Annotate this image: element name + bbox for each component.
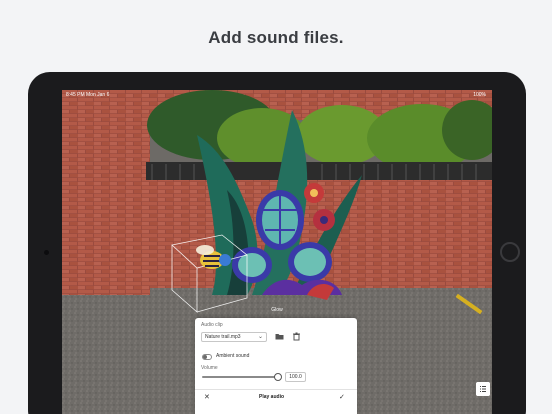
list-icon[interactable] bbox=[476, 382, 490, 396]
front-camera bbox=[44, 250, 49, 255]
divider bbox=[195, 389, 357, 390]
volume-input[interactable]: 100.0 bbox=[285, 372, 306, 382]
ar-viewport[interactable]: 8:45 PM Mon Jan 6 100% Glow Audio clip N… bbox=[62, 90, 492, 414]
audio-panel: Audio clip Nature trail.mp3 ⌄ Ambient so… bbox=[195, 318, 357, 414]
home-button[interactable] bbox=[500, 242, 520, 262]
volume-label: Volume bbox=[201, 365, 218, 371]
headline: Add sound files. bbox=[208, 28, 344, 47]
play-audio-button[interactable]: Play audio bbox=[259, 394, 284, 400]
chevron-down-icon: ⌄ bbox=[257, 334, 263, 340]
status-bar: 8:45 PM Mon Jan 6 100% bbox=[62, 90, 492, 100]
audio-clip-label: Audio clip bbox=[201, 322, 223, 328]
toggle-knob bbox=[203, 355, 207, 359]
app-store-screenshot: Add sound files. 8:45 PM Mon Jan 6 100% … bbox=[0, 0, 552, 414]
brick-pillar bbox=[62, 90, 150, 295]
battery-indicator: 100% bbox=[473, 92, 486, 98]
trash-icon[interactable] bbox=[291, 331, 302, 342]
ambient-sound-label: Ambient sound bbox=[216, 353, 250, 359]
volume-slider-thumb[interactable] bbox=[274, 373, 282, 381]
audio-clip-select[interactable]: Nature trail.mp3 ⌄ bbox=[201, 332, 267, 342]
ambient-sound-toggle[interactable] bbox=[202, 354, 212, 360]
object-title: Glow bbox=[271, 307, 283, 313]
audio-clip-value: Nature trail.mp3 bbox=[205, 334, 241, 340]
folder-icon[interactable] bbox=[274, 331, 285, 342]
checkmark-icon[interactable]: ✓ bbox=[339, 393, 345, 401]
close-icon[interactable]: ✕ bbox=[204, 393, 210, 401]
volume-slider[interactable] bbox=[202, 376, 278, 378]
status-time: 8:45 PM Mon Jan 6 bbox=[66, 92, 110, 98]
